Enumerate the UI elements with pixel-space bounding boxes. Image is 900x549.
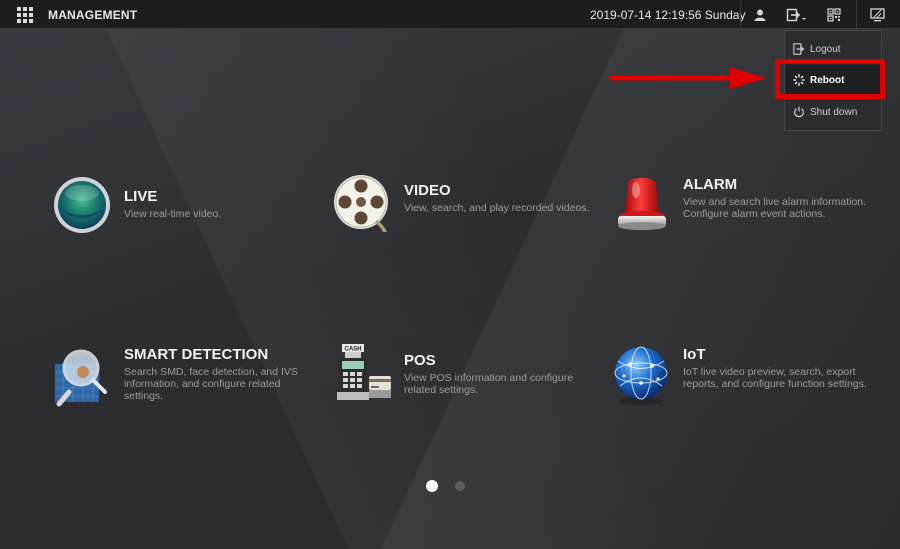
tile-iot[interactable]: IoT IoT live video preview, search, expo… (612, 346, 872, 426)
user-button[interactable] (745, 0, 775, 29)
power-icon (794, 106, 804, 118)
tile-live[interactable]: LIVE View real-time video. (53, 177, 313, 268)
page-dot-1[interactable] (426, 480, 438, 492)
tile-description: View and search live alarm information. … (683, 196, 867, 220)
display-button[interactable] (862, 0, 892, 29)
svg-text:CASH: CASH (344, 347, 361, 353)
tile-alarm[interactable]: ALARM View and search live alarm informa… (612, 176, 872, 256)
tile-description: Search SMD, face detection, and IVS info… (124, 366, 298, 402)
menu-item-label: Shut down (810, 106, 858, 118)
tile-description: View real-time video. (124, 208, 222, 220)
toolbar-divider (856, 0, 857, 29)
live-globe-icon (54, 177, 110, 233)
user-icon (754, 9, 766, 21)
tile-pos[interactable]: CASH POS View POS information and config… (333, 344, 593, 432)
logout-dropdown-icon (786, 8, 806, 21)
iot-globe-icon (614, 346, 668, 405)
page-indicator (0, 480, 900, 492)
qr-code-icon (827, 7, 841, 22)
logout-dropdown-button[interactable] (780, 0, 814, 29)
tile-video[interactable]: VIDEO View, search, and play recorded vi… (333, 175, 593, 262)
tile-title: SMART DETECTION (124, 346, 269, 363)
page-title: MANAGEMENT (48, 8, 138, 22)
logout-icon (793, 43, 805, 55)
magnifier-icon (55, 349, 107, 407)
red-arrow-icon (609, 67, 766, 89)
highlight-box (775, 59, 885, 99)
tile-title: VIDEO (404, 182, 451, 199)
page-dot-2[interactable] (455, 481, 465, 491)
tile-smart-detection[interactable]: SMART DETECTION Search SMD, face detecti… (53, 346, 313, 426)
menu-item-label: Logout (810, 43, 841, 55)
qr-code-button[interactable] (819, 0, 849, 29)
tile-description: View, search, and play recorded videos. (404, 202, 590, 214)
tile-description: IoT live video preview, search, export r… (683, 366, 867, 390)
tile-title: LIVE (124, 188, 158, 205)
datetime-display: 2019-07-14 12:19:56 Sunday (590, 8, 746, 22)
top-bar: MANAGEMENT 2019-07-14 12:19:56 Sunday (0, 0, 900, 29)
menu-item-shut-down[interactable]: Shut down (785, 97, 881, 127)
tile-title: POS (404, 352, 436, 369)
film-reel-icon (334, 175, 388, 232)
alarm-siren-icon (618, 178, 666, 230)
cash-register-icon: CASH (337, 344, 391, 400)
tile-title: ALARM (683, 176, 738, 193)
grid-menu-icon[interactable] (17, 7, 33, 23)
display-icon (869, 7, 885, 21)
toolbar-divider (740, 0, 741, 29)
tile-title: IoT (683, 346, 706, 363)
tile-description: View POS information and configure relat… (404, 372, 574, 396)
